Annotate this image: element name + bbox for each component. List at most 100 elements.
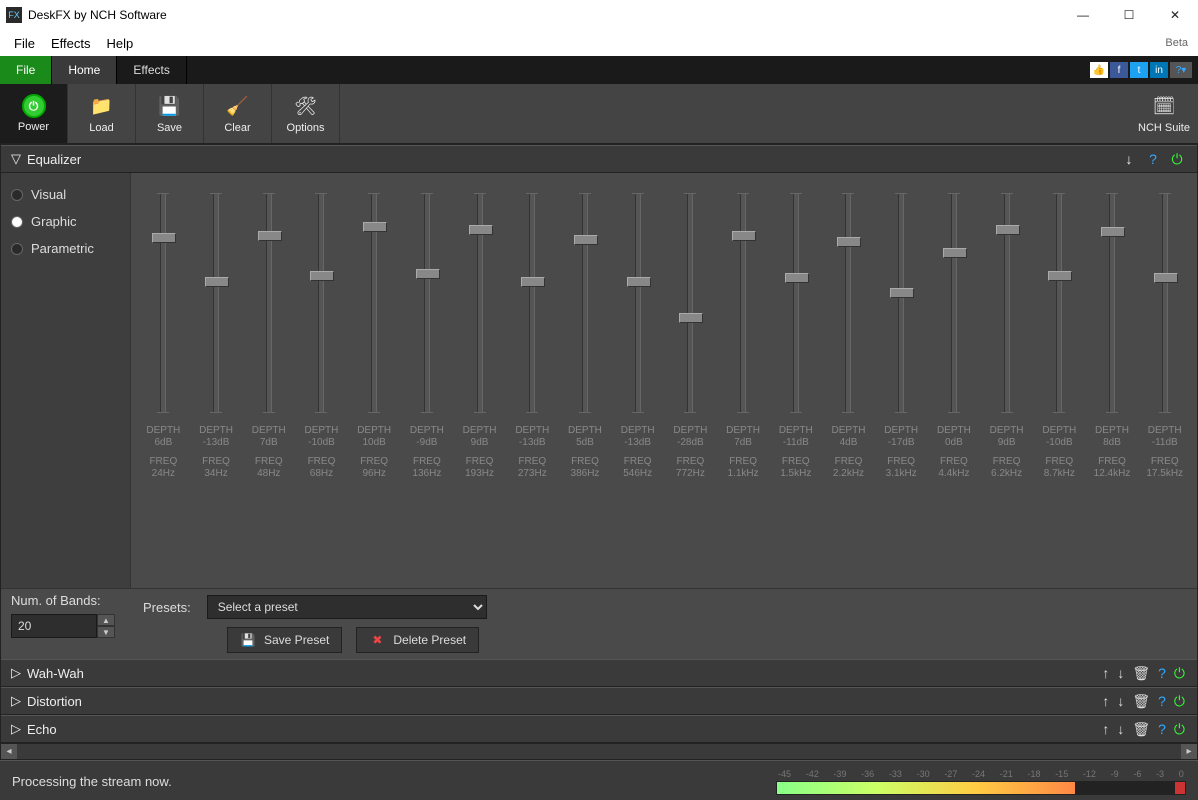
eq-slider[interactable] [687, 193, 693, 413]
slider-thumb[interactable] [1154, 273, 1178, 283]
slider-thumb[interactable] [574, 235, 598, 245]
eq-slider[interactable] [318, 193, 324, 413]
help-icon[interactable]: ? [1156, 721, 1168, 737]
trash-icon[interactable]: 🗑 [1130, 665, 1152, 682]
eq-band: DEPTH -17dB FREQ 3.1kHz [875, 193, 928, 580]
freq-label: FREQ [1045, 456, 1073, 468]
num-bands-spinner[interactable]: ▲ ▼ [11, 614, 121, 638]
scroll-left-icon[interactable]: ◂ [1, 744, 17, 760]
facebook-icon[interactable]: f [1110, 62, 1128, 78]
eq-slider[interactable] [1109, 193, 1115, 413]
eq-slider[interactable] [424, 193, 430, 413]
help-icon[interactable]: ? [1143, 149, 1163, 169]
slider-thumb[interactable] [258, 231, 282, 241]
eq-slider[interactable] [477, 193, 483, 413]
twitter-icon[interactable]: t [1130, 62, 1148, 78]
slider-thumb[interactable] [363, 222, 387, 232]
equalizer-header[interactable]: ▽ Equalizer ↓ ? ⏻ [1, 145, 1197, 173]
tab-effects[interactable]: Effects [117, 56, 186, 84]
eq-slider[interactable] [793, 193, 799, 413]
mode-parametric[interactable]: Parametric [11, 241, 120, 256]
slider-thumb[interactable] [837, 237, 861, 247]
num-bands-input[interactable] [11, 614, 97, 638]
eq-slider[interactable] [845, 193, 851, 413]
horizontal-scrollbar[interactable]: ◂ ▸ [1, 743, 1197, 759]
slider-thumb[interactable] [627, 277, 651, 287]
help-icon[interactable]: ? [1156, 665, 1168, 681]
clear-button[interactable]: 🧹 Clear [204, 84, 272, 143]
options-button[interactable]: 🛠 Options [272, 84, 340, 143]
move-down-icon[interactable]: ↓ [1115, 665, 1126, 681]
slider-thumb[interactable] [469, 225, 493, 235]
tab-file[interactable]: File [0, 56, 52, 84]
slider-thumb[interactable] [785, 273, 809, 283]
eq-slider[interactable] [1162, 193, 1168, 413]
move-down-icon[interactable]: ↓ [1115, 693, 1126, 709]
menu-effects[interactable]: Effects [43, 34, 99, 53]
panel-power-icon[interactable]: ⏻ [1172, 721, 1187, 738]
wahwah-header[interactable]: ▷ Wah-Wah ↑ ↓ 🗑 ? ⏻ [1, 659, 1197, 687]
power-button[interactable]: ⏻ Power [0, 84, 68, 143]
spinner-down-icon[interactable]: ▼ [97, 626, 115, 638]
mode-visual[interactable]: Visual [11, 187, 120, 202]
preset-select[interactable]: Select a preset [207, 595, 487, 619]
load-button[interactable]: 📁 Load [68, 84, 136, 143]
slider-thumb[interactable] [890, 288, 914, 298]
eq-slider[interactable] [951, 193, 957, 413]
slider-thumb[interactable] [152, 233, 176, 243]
panel-power-icon[interactable]: ⏻ [1172, 665, 1187, 682]
move-up-icon[interactable]: ↑ [1100, 693, 1111, 709]
slider-thumb[interactable] [205, 277, 229, 287]
eq-slider[interactable] [635, 193, 641, 413]
menu-help[interactable]: Help [98, 34, 141, 53]
slider-thumb[interactable] [943, 248, 967, 258]
move-up-icon[interactable]: ↑ [1100, 665, 1111, 681]
echo-header[interactable]: ▷ Echo ↑ ↓ 🗑 ? ⏻ [1, 715, 1197, 743]
help-icon[interactable]: ? [1156, 693, 1168, 709]
slider-thumb[interactable] [310, 271, 334, 281]
mode-graphic[interactable]: Graphic [11, 214, 120, 229]
eq-slider[interactable] [266, 193, 272, 413]
tab-home[interactable]: Home [52, 56, 117, 84]
eq-slider[interactable] [371, 193, 377, 413]
eq-slider[interactable] [1004, 193, 1010, 413]
slider-thumb[interactable] [996, 225, 1020, 235]
delete-preset-button[interactable]: ✖Delete Preset [356, 627, 479, 653]
trash-icon[interactable]: 🗑 [1130, 693, 1152, 710]
eq-slider[interactable] [898, 193, 904, 413]
eq-slider[interactable] [1056, 193, 1062, 413]
eq-slider[interactable] [740, 193, 746, 413]
nch-suite-button[interactable]: 🗓 NCH Suite [1130, 84, 1198, 143]
eq-slider[interactable] [529, 193, 535, 413]
eq-slider[interactable] [213, 193, 219, 413]
panel-power-icon[interactable]: ⏻ [1172, 693, 1187, 710]
freq-value: 546Hz [623, 468, 652, 479]
slider-thumb[interactable] [679, 313, 703, 323]
move-up-icon[interactable]: ↑ [1100, 721, 1111, 737]
dropdown-help-icon[interactable]: ?▾ [1170, 62, 1192, 78]
menu-file[interactable]: File [6, 34, 43, 53]
move-down-icon[interactable]: ↓ [1115, 721, 1126, 737]
slider-thumb[interactable] [1101, 227, 1125, 237]
linkedin-icon[interactable]: in [1150, 62, 1168, 78]
collapse-icon: ▽ [11, 151, 21, 167]
meter-tick: -39 [833, 769, 846, 779]
minimize-button[interactable]: — [1060, 0, 1106, 30]
slider-thumb[interactable] [521, 277, 545, 287]
save-preset-button[interactable]: 💾Save Preset [227, 627, 342, 653]
trash-icon[interactable]: 🗑 [1130, 721, 1152, 738]
distortion-header[interactable]: ▷ Distortion ↑ ↓ 🗑 ? ⏻ [1, 687, 1197, 715]
move-down-icon[interactable]: ↓ [1119, 149, 1139, 169]
panel-power-icon[interactable]: ⏻ [1167, 149, 1187, 169]
slider-thumb[interactable] [416, 269, 440, 279]
maximize-button[interactable]: ☐ [1106, 0, 1152, 30]
close-button[interactable]: ✕ [1152, 0, 1198, 30]
eq-slider[interactable] [582, 193, 588, 413]
slider-thumb[interactable] [1048, 271, 1072, 281]
eq-slider[interactable] [160, 193, 166, 413]
save-button[interactable]: 💾 Save [136, 84, 204, 143]
spinner-up-icon[interactable]: ▲ [97, 614, 115, 626]
thumbsup-icon[interactable]: 👍 [1090, 62, 1108, 78]
slider-thumb[interactable] [732, 231, 756, 241]
scroll-right-icon[interactable]: ▸ [1181, 744, 1197, 760]
